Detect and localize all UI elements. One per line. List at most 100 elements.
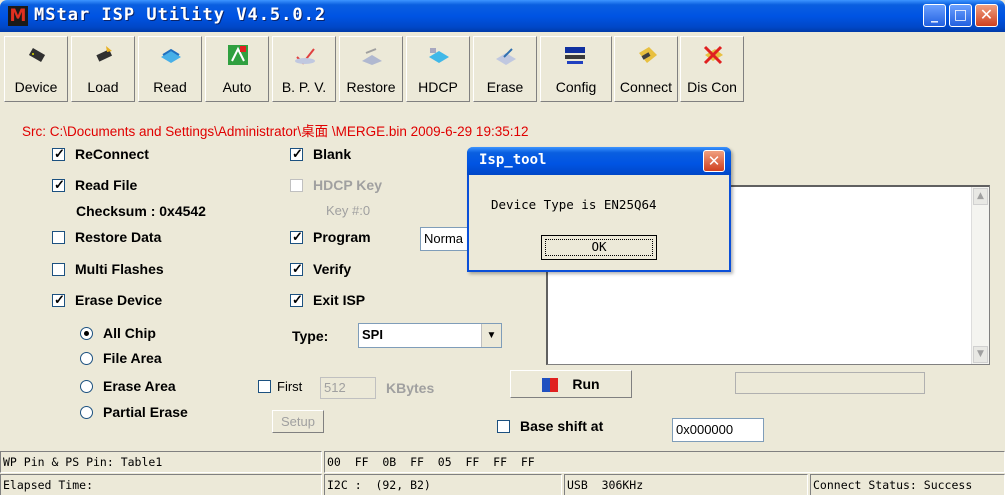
isp-tool-dialog: Isp_tool ✕ Device Type is EN25Q64 OK (467, 147, 731, 272)
disconnect-icon (703, 45, 723, 65)
checkbox-box[interactable] (52, 292, 65, 308)
i2c-status: I2C : (92, B2) (324, 474, 562, 495)
type-select[interactable]: SPI ▼ (358, 323, 502, 348)
key-number-label: Key #:0 (326, 203, 371, 218)
chevron-down-icon[interactable]: ▼ (481, 324, 501, 347)
setup-button[interactable]: Setup (272, 410, 324, 433)
reconnect-checkbox[interactable]: ReConnect (52, 146, 149, 162)
progress-field (735, 372, 925, 394)
connect-status: Connect Status: Success (810, 474, 1005, 495)
title-bar[interactable]: M MStar ISP Utility V4.5.0.2 _ □ ✕ (0, 0, 1005, 32)
multi-flashes-checkbox[interactable]: Multi Flashes (52, 261, 164, 277)
minimize-button[interactable]: _ (923, 4, 946, 27)
checkbox-box[interactable] (290, 146, 303, 162)
wp-pin-status: WP Pin & PS Pin: Table1 (0, 451, 322, 473)
window-title: MStar ISP Utility V4.5.0.2 (34, 5, 327, 25)
auto-button[interactable]: Auto (205, 36, 269, 102)
checkbox-box[interactable] (497, 419, 510, 433)
read-arrow-icon (161, 48, 181, 63)
disconnect-button[interactable]: Dis Con (680, 36, 744, 102)
dialog-message: Device Type is EN25Q64 (491, 197, 657, 212)
restore-button[interactable]: Restore (339, 36, 403, 102)
bpv-button[interactable]: B. P. V. (272, 36, 336, 102)
app-logo-icon: M (8, 6, 28, 26)
checkbox-box[interactable] (52, 146, 65, 162)
dialog-title-bar[interactable]: Isp_tool ✕ (467, 147, 731, 175)
kbytes-label: KBytes (386, 380, 435, 396)
read-button[interactable]: Read (138, 36, 202, 102)
erase-button[interactable]: Erase (473, 36, 537, 102)
all-chip-radio[interactable]: All Chip (80, 325, 156, 341)
device-chip-icon (28, 48, 46, 62)
log-scrollbar[interactable]: ▲ ▼ (971, 187, 989, 364)
config-icon (565, 47, 585, 64)
connect-label: Connect (619, 79, 673, 95)
dialog-title: Isp_tool (479, 152, 547, 168)
dialog-ok-button[interactable]: OK (541, 235, 657, 260)
bpv-check-icon (295, 48, 315, 65)
load-chip-icon (96, 46, 113, 62)
verify-checkbox[interactable]: Verify (290, 261, 351, 277)
checkbox-box[interactable] (290, 178, 303, 192)
run-icon (542, 378, 559, 393)
hdcp-key-checkbox[interactable]: HDCP Key (290, 177, 382, 193)
device-label: Device (14, 79, 58, 95)
restore-data-checkbox[interactable]: Restore Data (52, 229, 161, 245)
first-checkbox[interactable]: First (258, 379, 302, 394)
bpv-label: B. P. V. (281, 79, 327, 95)
auto-label: Auto (222, 79, 252, 95)
run-button[interactable]: Run (510, 370, 632, 398)
close-button[interactable]: ✕ (975, 4, 998, 27)
config-label: Config (555, 79, 597, 95)
base-shift-input[interactable]: 0x000000 (672, 418, 764, 442)
scroll-up-icon[interactable]: ▲ (973, 188, 988, 205)
restore-icon (362, 48, 382, 65)
checkbox-box[interactable] (52, 230, 65, 244)
type-value: SPI (362, 327, 383, 342)
erase-icon (496, 48, 516, 65)
read-label: Read (153, 79, 187, 95)
hdcp-icon (429, 48, 449, 63)
radio-dot[interactable] (80, 351, 93, 365)
scroll-down-icon[interactable]: ▼ (973, 346, 988, 363)
load-button[interactable]: Load (71, 36, 135, 102)
dialog-close-icon[interactable]: ✕ (703, 150, 725, 172)
ok-label: OK (591, 239, 607, 254)
config-button[interactable]: Config (540, 36, 612, 102)
first-kbytes-input[interactable]: 512 (320, 377, 376, 399)
read-file-checkbox[interactable]: Read File (52, 177, 137, 193)
load-label: Load (87, 79, 119, 95)
checkbox-box[interactable] (290, 292, 303, 308)
hex-bytes-status: 00 FF 0B FF 05 FF FF FF (324, 451, 1005, 473)
program-checkbox[interactable]: Program (290, 229, 371, 245)
auto-icon (228, 45, 248, 65)
checkbox-box[interactable] (290, 261, 303, 277)
hdcp-button[interactable]: HDCP (406, 36, 470, 102)
partial-erase-radio[interactable]: Partial Erase (80, 404, 188, 420)
hdcp-label: HDCP (418, 79, 458, 95)
type-label: Type: (292, 328, 329, 344)
blank-checkbox[interactable]: Blank (290, 146, 351, 162)
maximize-button[interactable]: □ (949, 4, 972, 27)
checkbox-box[interactable] (258, 380, 271, 393)
base-shift-checkbox[interactable]: Base shift at (497, 418, 603, 434)
connect-button[interactable]: Connect (614, 36, 678, 102)
erase-device-checkbox[interactable]: Erase Device (52, 292, 162, 308)
radio-dot[interactable] (80, 326, 93, 340)
checkbox-box[interactable] (52, 177, 65, 193)
checkbox-box[interactable] (290, 229, 303, 245)
erase-label: Erase (486, 79, 524, 95)
disconnect-label: Dis Con (687, 79, 737, 95)
erase-area-radio[interactable]: Erase Area (80, 378, 176, 394)
radio-dot[interactable] (80, 379, 93, 393)
usb-status: USB 306KHz (564, 474, 808, 495)
file-area-radio[interactable]: File Area (80, 350, 162, 366)
checksum-label: Checksum : 0x4542 (76, 203, 206, 219)
connect-icon (639, 47, 657, 63)
exit-isp-checkbox[interactable]: Exit ISP (290, 292, 365, 308)
program-mode-select[interactable]: Norma (420, 227, 472, 251)
radio-dot[interactable] (80, 405, 93, 419)
checkbox-box[interactable] (52, 262, 65, 276)
elapsed-time-status: Elapsed Time: (0, 474, 322, 495)
device-button[interactable]: Device (4, 36, 68, 102)
